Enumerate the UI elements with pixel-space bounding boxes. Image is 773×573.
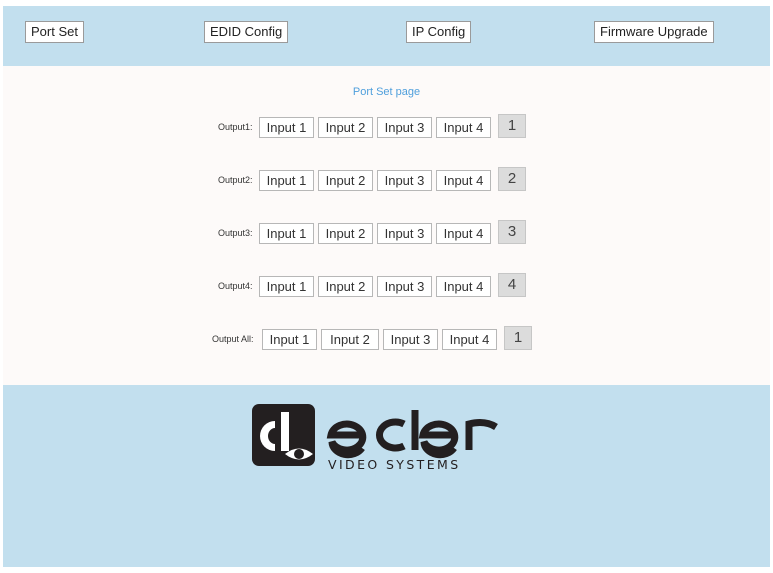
output1-input2-button[interactable]: Input 2 <box>318 117 373 138</box>
output3-input1-button[interactable]: Input 1 <box>259 223 314 244</box>
page-title: Port Set page <box>352 86 421 98</box>
output-row-2: Output2: Input 1 Input 2 Input 3 Input 4… <box>218 167 528 191</box>
output-all-input4-button[interactable]: Input 4 <box>442 329 497 350</box>
nav-edid-config-button[interactable]: EDID Config <box>204 21 289 43</box>
app-frame: Port Set EDID Config IP Config Firmware … <box>3 6 770 567</box>
footer-banner: VIDEO SYSTEMS <box>3 385 770 567</box>
output2-input4-button[interactable]: Input 4 <box>436 170 491 191</box>
output3-selected-input-badge: 3 <box>498 220 526 244</box>
output2-input3-button[interactable]: Input 3 <box>377 170 432 191</box>
output-row-label: Output1: <box>218 122 253 132</box>
output1-input3-button[interactable]: Input 3 <box>377 117 432 138</box>
output4-selected-input-badge: 4 <box>498 273 526 297</box>
logo-tagline: VIDEO SYSTEMS <box>328 457 461 470</box>
output3-input2-button[interactable]: Input 2 <box>318 223 373 244</box>
output-all-input1-button[interactable]: Input 1 <box>262 329 317 350</box>
output-row-4: Output4: Input 1 Input 2 Input 3 Input 4… <box>218 273 528 297</box>
output-row-1: Output1: Input 1 Input 2 Input 3 Input 4… <box>218 114 528 138</box>
nav-firmware-upgrade-button[interactable]: Firmware Upgrade <box>594 21 714 43</box>
output-row-3: Output3: Input 1 Input 2 Input 3 Input 4… <box>218 220 528 244</box>
output4-input3-button[interactable]: Input 3 <box>377 276 432 297</box>
output-row-label: Output2: <box>218 175 253 185</box>
output-all-input3-button[interactable]: Input 3 <box>383 329 438 350</box>
output-row-all: Output All: Input 1 Input 2 Input 3 Inpu… <box>212 326 534 350</box>
output4-input1-button[interactable]: Input 1 <box>259 276 314 297</box>
output-all-selected-input-badge: 1 <box>504 326 532 350</box>
port-set-panel: Port Set page Output1: Input 1 Input 2 I… <box>3 66 770 385</box>
nav-ip-config-button[interactable]: IP Config <box>406 21 472 43</box>
output4-input2-button[interactable]: Input 2 <box>318 276 373 297</box>
output-row-label: Output All: <box>212 334 254 344</box>
output4-input4-button[interactable]: Input 4 <box>436 276 491 297</box>
output-row-label: Output3: <box>218 228 253 238</box>
output2-input2-button[interactable]: Input 2 <box>318 170 373 191</box>
output3-input3-button[interactable]: Input 3 <box>377 223 432 244</box>
nav-port-set-button[interactable]: Port Set <box>25 21 84 43</box>
top-nav-bar: Port Set EDID Config IP Config Firmware … <box>3 6 770 66</box>
ecler-logo: VIDEO SYSTEMS <box>252 404 498 470</box>
output2-selected-input-badge: 2 <box>498 167 526 191</box>
output3-input4-button[interactable]: Input 4 <box>436 223 491 244</box>
output1-selected-input-badge: 1 <box>498 114 526 138</box>
output-all-input2-button[interactable]: Input 2 <box>321 329 379 350</box>
output-row-label: Output4: <box>218 281 253 291</box>
output2-input1-button[interactable]: Input 1 <box>259 170 314 191</box>
output1-input1-button[interactable]: Input 1 <box>259 117 314 138</box>
eye-icon <box>252 404 315 466</box>
output1-input4-button[interactable]: Input 4 <box>436 117 491 138</box>
